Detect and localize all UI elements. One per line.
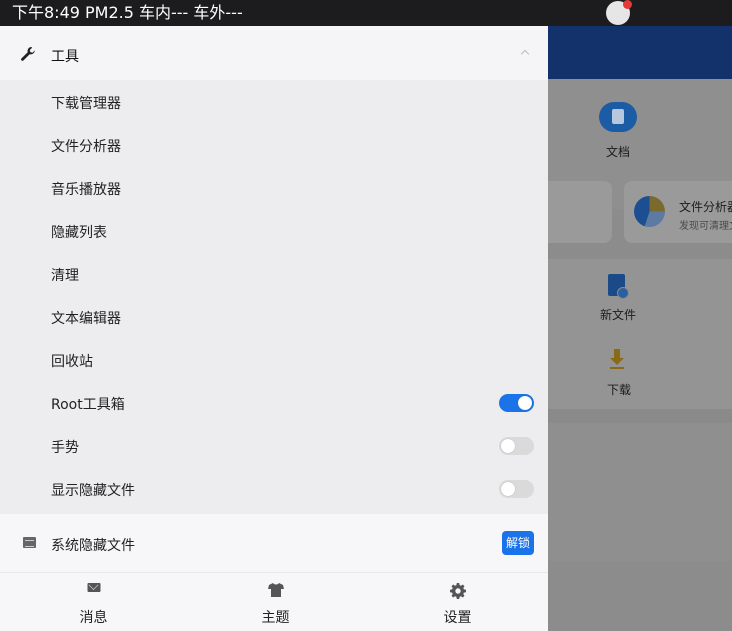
mail-icon [87, 583, 100, 592]
menu-item-label: 文本编辑器 [51, 311, 121, 327]
menu-item-label: 音乐播放器 [51, 182, 121, 198]
quick-actions-panel [548, 259, 732, 409]
nav-label: 设置 [443, 610, 472, 626]
system-hidden-files-row[interactable]: 系统隐藏文件 解锁 [0, 514, 548, 572]
nav-settings[interactable]: 设置 [366, 573, 549, 631]
hidden-files-icon [23, 537, 36, 548]
content-area [548, 423, 732, 561]
menu-item-text-editor[interactable]: 文本编辑器 [0, 295, 548, 338]
show-hidden-files-toggle[interactable] [499, 480, 534, 498]
gear-icon [449, 583, 466, 599]
menu-item-root-toolbox[interactable]: Root工具箱 [0, 381, 548, 424]
menu-item-label: 隐藏列表 [51, 225, 107, 241]
nav-theme[interactable]: 主题 [184, 573, 367, 631]
tools-label: 工具 [51, 49, 79, 65]
new-file-label[interactable]: 新文件 [600, 306, 636, 323]
menu-item-label: 文件分析器 [51, 139, 121, 155]
menu-item-file-analyzer[interactable]: 文件分析器 [0, 123, 548, 166]
menu-item-clean[interactable]: 清理 [0, 252, 548, 295]
card-subtitle: 发现可清理文 [679, 221, 732, 232]
gestures-toggle[interactable] [499, 437, 534, 455]
download-icon[interactable] [610, 349, 624, 369]
menu-item-show-hidden-files[interactable]: 显示隐藏文件 [0, 467, 548, 510]
status-text: 下午8:49 PM2.5 车内--- 车外--- [12, 3, 243, 22]
menu-item-label: Root工具箱 [51, 397, 125, 413]
card-title: 文件分析器 [679, 200, 732, 214]
system-hidden-files-label: 系统隐藏文件 [51, 538, 135, 554]
wrench-icon [21, 47, 35, 61]
bottom-nav: 消息 主题 设置 [0, 572, 548, 631]
nav-messages[interactable]: 消息 [2, 573, 185, 631]
divider [548, 409, 732, 423]
pie-chart-icon [634, 196, 665, 227]
menu-item-label: 清理 [51, 268, 79, 284]
menu-item-recycle-bin[interactable]: 回收站 [0, 338, 548, 381]
navigation-drawer: 工具 下载管理器 文件分析器 音乐播放器 隐藏列表 清理 文本编辑器 回收站 R… [0, 26, 548, 631]
card-left[interactable] [548, 181, 612, 243]
menu-item-label: 手势 [51, 440, 79, 456]
root-toolbox-toggle[interactable] [499, 394, 534, 412]
new-file-icon[interactable] [608, 274, 629, 299]
nav-label: 消息 [79, 610, 108, 626]
document-label[interactable]: 文档 [606, 143, 630, 160]
download-label[interactable]: 下载 [607, 381, 631, 398]
status-bar: 下午8:49 PM2.5 车内--- 车外--- [0, 0, 732, 26]
menu-item-gestures[interactable]: 手势 [0, 424, 548, 467]
tools-section-header[interactable]: 工具 [0, 26, 548, 80]
shirt-icon [267, 583, 284, 597]
menu-item-download-manager[interactable]: 下载管理器 [0, 80, 548, 123]
menu-item-hidden-list[interactable]: 隐藏列表 [0, 209, 548, 252]
menu-item-label: 显示隐藏文件 [51, 483, 135, 499]
chevron-up-icon[interactable] [520, 49, 530, 59]
notification-icon[interactable] [606, 0, 632, 25]
menu-item-label: 下载管理器 [51, 96, 121, 112]
menu-item-music-player[interactable]: 音乐播放器 [0, 166, 548, 209]
nav-label: 主题 [261, 610, 290, 626]
background-app: 文档 文件分析器 发现可清理文 新文件 下载 [548, 26, 732, 630]
menu-item-label: 回收站 [51, 354, 93, 370]
unlock-button[interactable]: 解锁 [502, 531, 534, 555]
document-icon[interactable] [599, 102, 637, 132]
app-header [548, 26, 732, 79]
